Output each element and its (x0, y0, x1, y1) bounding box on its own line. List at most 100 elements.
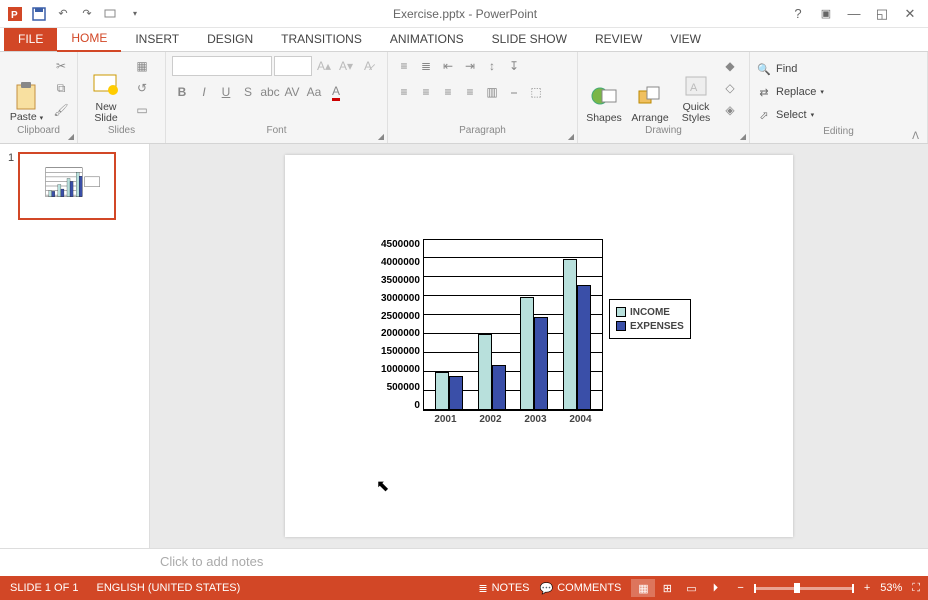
close-icon[interactable]: ✕ (898, 3, 922, 25)
paste-button[interactable]: Paste ▾ (6, 56, 47, 124)
redo-icon[interactable]: ↷ (76, 3, 98, 25)
fit-to-window-icon[interactable]: ⛶ (912, 582, 920, 595)
decrease-indent-icon[interactable]: ⇤ (438, 56, 458, 76)
shadow-icon[interactable]: abc (260, 82, 280, 102)
font-dialog-icon[interactable]: ◢ (378, 132, 384, 141)
paste-label: Paste (10, 111, 37, 123)
case-icon[interactable]: Aa (304, 82, 324, 102)
group-font-label: Font (266, 125, 286, 136)
smartart-icon[interactable]: ⬚ (526, 82, 546, 102)
text-direction-icon[interactable]: ↧ (504, 56, 524, 76)
tab-home[interactable]: HOME (57, 27, 121, 52)
align-text-icon[interactable]: ⎯ (504, 82, 524, 102)
tab-view[interactable]: VIEW (656, 28, 715, 51)
align-center-icon[interactable]: ≡ (416, 82, 436, 102)
tab-slideshow[interactable]: SLIDE SHOW (478, 28, 581, 51)
minimize-icon[interactable]: — (842, 3, 866, 25)
reading-view-icon[interactable]: ▭ (679, 579, 703, 597)
layout-icon[interactable]: ▦ (132, 56, 152, 76)
zoom-slider[interactable] (754, 587, 854, 590)
tab-animations[interactable]: ANIMATIONS (376, 28, 478, 51)
help-icon[interactable]: ? (786, 3, 810, 25)
comments-icon: 💬 (540, 582, 554, 595)
notes-toggle[interactable]: ≣NOTES (478, 582, 529, 595)
shape-fill-icon[interactable]: ◆ (720, 56, 740, 76)
strike-icon[interactable]: S (238, 82, 258, 102)
zoom-in-icon[interactable]: + (864, 582, 870, 594)
select-label: Select (776, 109, 807, 121)
align-right-icon[interactable]: ≡ (438, 82, 458, 102)
new-slide-label: New Slide (94, 102, 117, 124)
reset-icon[interactable]: ↺ (132, 78, 152, 98)
app-icon[interactable]: P (4, 3, 26, 25)
find-button[interactable]: 🔍Find (756, 58, 797, 80)
format-painter-icon[interactable]: 🖌 (51, 100, 71, 120)
bullets-icon[interactable]: ≡ (394, 56, 414, 76)
grow-font-icon[interactable]: A▴ (314, 56, 334, 76)
quick-styles-label: Quick Styles (682, 102, 711, 124)
arrange-button[interactable]: Arrange (628, 56, 672, 124)
notes-icon: ≣ (478, 582, 487, 595)
new-slide-button[interactable]: New Slide (84, 56, 128, 124)
clear-format-icon[interactable]: A̷ (358, 56, 378, 76)
arrange-icon (634, 81, 666, 113)
tab-insert[interactable]: INSERT (121, 28, 193, 51)
status-language[interactable]: ENGLISH (UNITED STATES) (96, 582, 240, 594)
justify-icon[interactable]: ≡ (460, 82, 480, 102)
normal-view-icon[interactable]: ▦ (631, 579, 655, 597)
quick-styles-button[interactable]: A Quick Styles (676, 56, 716, 124)
drawing-dialog-icon[interactable]: ◢ (740, 132, 746, 141)
group-slides-label: Slides (78, 125, 165, 143)
save-icon[interactable] (28, 3, 50, 25)
status-slide-count[interactable]: SLIDE 1 OF 1 (10, 582, 78, 594)
numbering-icon[interactable]: ≣ (416, 56, 436, 76)
underline-icon[interactable]: U (216, 82, 236, 102)
restore-icon[interactable]: ◱ (870, 3, 894, 25)
paste-icon (11, 80, 43, 112)
notes-pane[interactable]: Click to add notes (0, 548, 928, 576)
group-editing-label: Editing (823, 126, 854, 137)
zoom-out-icon[interactable]: − (737, 582, 743, 594)
copy-icon[interactable]: ⧉ (51, 78, 71, 98)
chart[interactable]: 4500000400000035000003000000250000020000… (381, 239, 711, 439)
align-left-icon[interactable]: ≡ (394, 82, 414, 102)
tab-review[interactable]: REVIEW (581, 28, 656, 51)
cut-icon[interactable]: ✂ (51, 56, 71, 76)
section-icon[interactable]: ▭ (132, 100, 152, 120)
paragraph-dialog-icon[interactable]: ◢ (568, 132, 574, 141)
shape-outline-icon[interactable]: ◇ (720, 78, 740, 98)
italic-icon[interactable]: I (194, 82, 214, 102)
zoom-level[interactable]: 53% (880, 582, 902, 594)
line-spacing-icon[interactable]: ↕ (482, 56, 502, 76)
columns-icon[interactable]: ▥ (482, 82, 502, 102)
replace-button[interactable]: ⇄Replace ▾ (756, 81, 824, 103)
status-bar: SLIDE 1 OF 1 ENGLISH (UNITED STATES) ≣NO… (0, 576, 928, 600)
slide-panel[interactable]: 1 (0, 144, 150, 548)
bold-icon[interactable]: B (172, 82, 192, 102)
slide-thumbnail[interactable] (18, 152, 116, 220)
spacing-icon[interactable]: AV (282, 82, 302, 102)
tab-design[interactable]: DESIGN (193, 28, 267, 51)
tab-file[interactable]: FILE (4, 28, 57, 51)
tab-transitions[interactable]: TRANSITIONS (267, 28, 376, 51)
font-color-icon[interactable]: A (326, 82, 346, 102)
font-name-combo[interactable] (172, 56, 272, 76)
sorter-view-icon[interactable]: ⊞ (655, 579, 679, 597)
slide-canvas-area[interactable]: 4500000400000035000003000000250000020000… (150, 144, 928, 548)
shape-effects-icon[interactable]: ◈ (720, 100, 740, 120)
increase-indent-icon[interactable]: ⇥ (460, 56, 480, 76)
shapes-button[interactable]: Shapes (584, 56, 624, 124)
slideshow-view-icon[interactable]: ⏵ (703, 579, 727, 597)
font-size-combo[interactable] (274, 56, 312, 76)
ribbon-options-icon[interactable]: ▣ (814, 3, 838, 25)
collapse-ribbon-icon[interactable]: ᐱ (912, 131, 919, 142)
qat-customize-icon[interactable]: ▾ (124, 3, 146, 25)
undo-icon[interactable]: ↶ (52, 3, 74, 25)
clipboard-dialog-icon[interactable]: ◢ (68, 132, 74, 141)
comments-toggle[interactable]: 💬COMMENTS (540, 582, 622, 595)
chart-y-axis: 4500000400000035000003000000250000020000… (381, 239, 423, 411)
slide[interactable]: 4500000400000035000003000000250000020000… (285, 155, 793, 537)
select-button[interactable]: ⬀Select ▾ (756, 104, 814, 126)
start-from-beginning-icon[interactable] (100, 3, 122, 25)
shrink-font-icon[interactable]: A▾ (336, 56, 356, 76)
